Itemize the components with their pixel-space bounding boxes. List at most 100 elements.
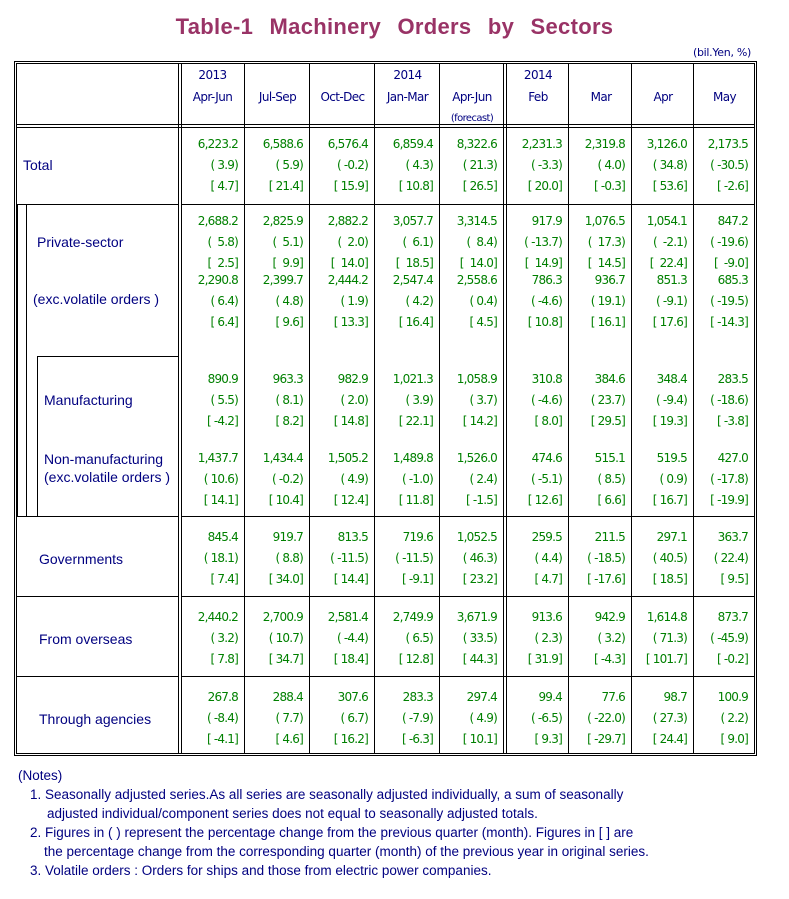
table-cell: 3,126.0 ( 34.8) [ 53.6]: [633, 134, 688, 197]
cell-change-yoy: [ 53.6]: [652, 179, 688, 193]
cell-value: 515.1: [594, 451, 626, 465]
row-label: Governments: [39, 550, 123, 568]
cell-value: 6,576.4: [327, 137, 369, 151]
table-cell: 363.7 ( 22.4) [ 9.5]: [695, 527, 749, 590]
table-cell: 1,058.9 ( 3.7) [ 14.2]: [441, 369, 498, 432]
cell-change-prev: ( -4.6): [531, 393, 563, 407]
table-cell: 2,444.2 ( 1.9) [ 13.3]: [311, 270, 369, 333]
cell-change-yoy: [ 19.3]: [652, 414, 688, 428]
column-header-line3: [181, 108, 244, 130]
cell-change-prev: ( -17.8): [710, 472, 749, 486]
cell-change-yoy: [ -4.1]: [207, 732, 239, 746]
cell-value: 1,526.0: [456, 451, 498, 465]
column-divider: [309, 64, 310, 753]
cell-value: 851.3: [656, 273, 688, 287]
cell-value: 847.2: [717, 214, 749, 228]
table-cell: 2,173.5 ( -30.5) [ -2.6]: [695, 134, 749, 197]
column-header-line1: [695, 64, 754, 86]
column-header-line3: [633, 108, 693, 130]
cell-value: 8,322.6: [456, 137, 498, 151]
table-cell: 3,314.5( 8.4)[ 14.0]: [441, 211, 498, 274]
cell-change-prev: ( 8.1): [275, 393, 304, 407]
cell-change-prev: ( 2.4): [469, 472, 498, 486]
cell-change-prev: ( 10.7): [268, 631, 304, 645]
cell-value: 963.3: [272, 372, 304, 386]
cell-change-prev: ( 40.5): [652, 551, 688, 565]
cell-value: 3,057.7: [392, 214, 434, 228]
cell-value: 519.5: [656, 451, 688, 465]
row-divider: [181, 516, 754, 517]
table-cell: 1,614.8 ( 71.3) [ 101.7]: [633, 607, 688, 670]
note-2-line-2: the percentage change from the correspon…: [44, 844, 649, 859]
cell-change-yoy: [ 4.5]: [469, 315, 498, 329]
table-cell: 427.0 ( -17.8) [ -19.9]: [695, 448, 749, 511]
table-cell: 474.6 ( -5.1) [ 12.6]: [508, 448, 563, 511]
cell-change-prev: ( -0.2): [337, 158, 369, 172]
note-3-line-1: 3. Volatile orders : Orders for ships an…: [30, 863, 492, 878]
table-cell: 2,749.9 ( 6.5) [ 12.8]: [376, 607, 434, 670]
table-cell: 283.3 ( -7.9) [ -6.3]: [376, 687, 434, 750]
cell-change-prev: ( 7.7): [275, 711, 304, 725]
cell-value: 211.5: [594, 530, 626, 544]
table-cell: 2,231.3 ( -3.3) [ 20.0]: [508, 134, 563, 197]
cell-value: 1,054.1: [646, 214, 688, 228]
column-header: Apr-Jun (forecast): [441, 64, 503, 130]
cell-change-prev: ( -8.4): [207, 711, 239, 725]
notes-heading: (Notes): [18, 768, 63, 783]
table-cell: 259.5 ( 4.4) [ 4.7]: [508, 527, 563, 590]
cell-value: 2,173.5: [707, 137, 749, 151]
cell-change-prev: ( 6.1): [402, 235, 434, 249]
cell-change-prev: ( 2.0): [337, 235, 369, 249]
table-cell: 8,322.6 ( 21.3) [ 26.5]: [441, 134, 498, 197]
row-label-text: Manufacturing: [44, 392, 133, 408]
cell-change-prev: ( 23.7): [590, 393, 626, 407]
table-cell: 384.6 ( 23.7) [ 29.5]: [571, 369, 626, 432]
column-header: 2014 Jan-Mar: [376, 64, 439, 130]
cell-change-prev: ( 22.4): [713, 551, 749, 565]
column-header-line2: Jul-Sep: [258, 90, 297, 104]
cell-change-yoy: [ 8.0]: [534, 414, 563, 428]
cell-value: 2,882.2: [327, 214, 369, 228]
cell-change-yoy: [ 7.8]: [210, 652, 239, 666]
table-cell: 2,825.9( 5.1)[ 9.9]: [246, 211, 304, 274]
column-header-line3: [311, 108, 374, 130]
table-cell: 267.8 ( -8.4) [ -4.1]: [181, 687, 239, 750]
cell-change-yoy: [ 13.3]: [333, 315, 369, 329]
cell-change-yoy: [ 10.8]: [527, 315, 563, 329]
cell-change-prev: ( -4.4): [337, 631, 369, 645]
cell-change-prev: ( -11.5): [330, 551, 369, 565]
cell-value: 297.4: [466, 690, 498, 704]
note-2-line-1: 2. Figures in ( ) represent the percenta…: [30, 825, 634, 840]
cell-value: 98.7: [663, 690, 687, 704]
table-cell: 2,399.7 ( 4.8) [ 9.6]: [246, 270, 304, 333]
cell-value: 474.6: [531, 451, 563, 465]
table-cell: 845.4 ( 18.1) [ 7.4]: [181, 527, 239, 590]
cell-change-prev: ( 0.9): [659, 472, 688, 486]
table-cell: 2,440.2 ( 3.2) [ 7.8]: [181, 607, 239, 670]
row-label-text: Through agencies: [39, 711, 152, 727]
cell-change-yoy: [ 14.8]: [333, 414, 369, 428]
column-header-line2: Mar: [590, 90, 612, 104]
cell-change-prev: ( 4.9): [340, 472, 369, 486]
cell-change-yoy: [ -4.3]: [594, 652, 626, 666]
table-cell: 963.3 ( 8.1) [ 8.2]: [246, 369, 304, 432]
cell-change-yoy: [ 14.1]: [203, 493, 239, 507]
cell-change-prev: ( -9.4): [656, 393, 688, 407]
notes: (Notes) 1. Seasonally adjusted series.As…: [18, 766, 649, 880]
table-cell: 307.6 ( 6.7) [ 16.2]: [311, 687, 369, 750]
table-cell: 982.9 ( 2.0) [ 14.8]: [311, 369, 369, 432]
column-header-line1: 2014: [393, 68, 422, 82]
table-cell: 1,437.7 ( 10.6) [ 14.1]: [181, 448, 239, 511]
cell-value: 3,314.5: [456, 214, 498, 228]
cell-change-yoy: [ 11.8]: [398, 493, 434, 507]
row-label-text: (exc.volatile orders ): [33, 291, 160, 307]
cell-change-prev: ( 5.9): [275, 158, 304, 172]
table-cell: 2,581.4 ( -4.4) [ 18.4]: [311, 607, 369, 670]
cell-change-yoy: [ 29.5]: [590, 414, 626, 428]
cell-value: 3,126.0: [646, 137, 688, 151]
column-divider: [693, 64, 694, 753]
row-divider: [181, 204, 754, 205]
table-cell: 2,558.6 ( 0.4) [ 4.5]: [441, 270, 498, 333]
cell-change-prev: ( -19.6): [710, 235, 749, 249]
cell-change-yoy: [ 9.6]: [275, 315, 304, 329]
